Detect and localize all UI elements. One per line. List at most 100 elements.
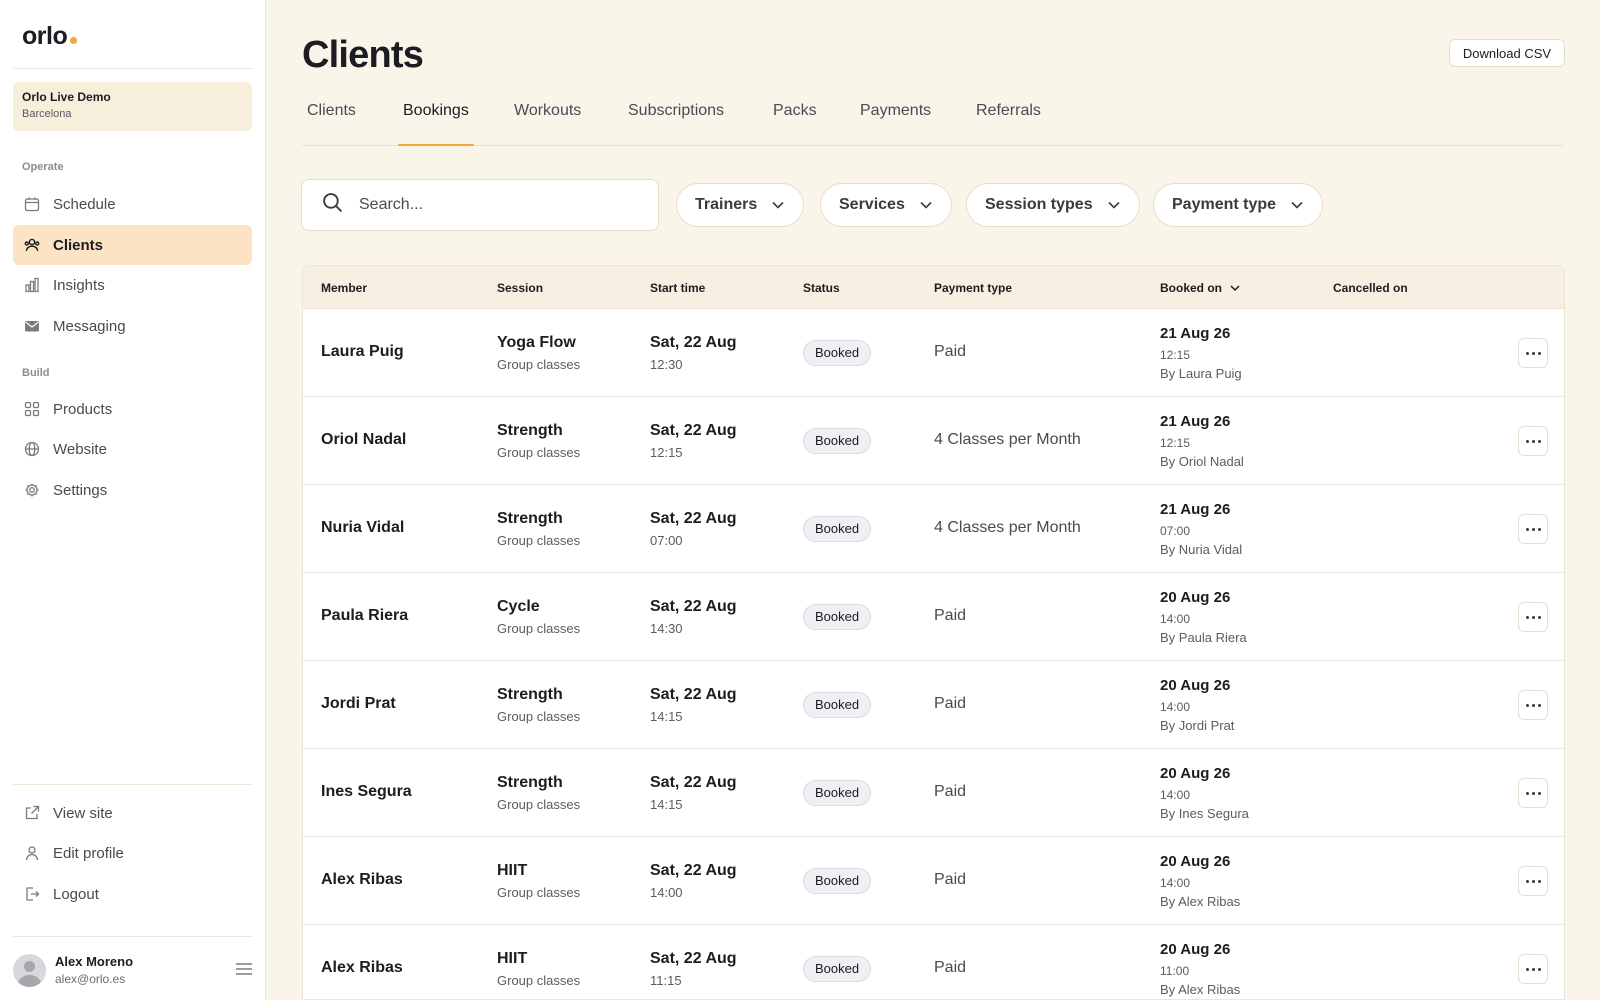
user-profile[interactable]: Alex Moreno alex@orlo.es — [13, 950, 253, 990]
user-name: Alex Moreno — [55, 954, 134, 969]
member-name[interactable]: Oriol Nadal — [321, 431, 406, 449]
payment-type: 4 Classes per Month — [934, 431, 1081, 448]
more-actions-button[interactable] — [1518, 778, 1548, 808]
more-actions-button[interactable] — [1518, 426, 1548, 456]
tab-workouts[interactable]: Workouts — [509, 102, 586, 146]
filter-trainers[interactable]: Trainers — [676, 183, 805, 227]
start-time: 07:00 — [650, 533, 683, 548]
more-actions-button[interactable] — [1518, 866, 1548, 896]
table-row[interactable]: Oriol Nadal Strength Group classes Sat, 22 … — [303, 397, 1564, 485]
filter-services[interactable]: Services — [820, 183, 952, 227]
sidebar-item-label: Products — [53, 400, 113, 418]
download-csv-button[interactable]: Download CSV — [1449, 39, 1565, 67]
filter-label: Trainers — [695, 196, 758, 213]
table-row[interactable]: Paula Riera Cycle Group classes Sat, 22 Aug… — [303, 573, 1564, 661]
column-status[interactable]: Status — [803, 281, 840, 295]
status-badge: Booked — [803, 516, 872, 542]
tab-subscriptions[interactable]: Subscriptions — [623, 102, 729, 146]
column-payment-type[interactable]: Payment type — [934, 281, 1012, 295]
more-actions-button[interactable] — [1518, 338, 1548, 368]
sidebar-item-clients[interactable]: Clients — [13, 225, 252, 265]
users-icon — [24, 237, 40, 253]
start-date: Sat, 22 Aug — [650, 510, 737, 527]
sidebar-item-website[interactable]: Website — [13, 429, 252, 469]
session-name: Cycle — [497, 598, 540, 615]
more-actions-button[interactable] — [1518, 954, 1548, 984]
sidebar-item-schedule[interactable]: Schedule — [13, 184, 252, 224]
booked-time: 14:00 — [1160, 700, 1191, 714]
tab-packs[interactable]: Packs — [768, 102, 822, 146]
logout-icon — [24, 886, 40, 902]
column-booked-on[interactable]: Booked on — [1160, 281, 1241, 295]
column-start-time[interactable]: Start time — [650, 281, 705, 295]
member-name[interactable]: Laura Puig — [321, 343, 404, 361]
filter-payment-type[interactable]: Payment type — [1153, 183, 1324, 227]
start-date: Sat, 22 Aug — [650, 598, 737, 615]
more-actions-button[interactable] — [1518, 514, 1548, 544]
column-session[interactable]: Session — [497, 281, 543, 295]
start-time: 12:30 — [650, 357, 683, 372]
table-row[interactable]: Nuria Vidal Strength Group classes Sat, 22 … — [303, 485, 1564, 573]
filter-label: Payment type — [1172, 196, 1277, 213]
status-badge: Booked — [803, 340, 872, 366]
sidebar-item-label: Messaging — [53, 317, 126, 335]
dot — [1525, 439, 1529, 443]
org-switcher[interactable]: Orlo Live Demo Barcelona — [13, 82, 252, 131]
more-actions-button[interactable] — [1518, 602, 1548, 632]
sidebar-item-products[interactable]: Products — [13, 389, 252, 429]
member-name[interactable]: Alex Ribas — [321, 871, 403, 889]
booked-by: By Alex Ribas — [1160, 982, 1241, 997]
chevron-down-icon — [772, 201, 784, 209]
menu-icon[interactable] — [235, 962, 253, 976]
dot — [1537, 615, 1541, 619]
member-name[interactable]: Ines Segura — [321, 783, 412, 801]
sidebar-item-edit-profile[interactable]: Edit profile — [13, 833, 252, 873]
session-type: Group classes — [497, 445, 581, 460]
table-row[interactable]: Ines Segura Strength Group classes Sat, 22 … — [303, 749, 1564, 837]
sidebar-item-insights[interactable]: Insights — [13, 265, 252, 305]
table-row[interactable]: Alex Ribas HIIT Group classes Sat, 22 Aug 14… — [303, 837, 1564, 925]
tab-referrals[interactable]: Referrals — [971, 102, 1046, 146]
logo-dot — [70, 37, 78, 44]
session-name: HIIT — [497, 950, 528, 967]
sidebar-divider — [13, 68, 252, 69]
sidebar: orlo Orlo Live Demo Barcelona Operate Sc… — [0, 0, 266, 1000]
search-input[interactable] — [359, 196, 639, 214]
filter-label: Session types — [985, 196, 1093, 213]
column-cancelled-on[interactable]: Cancelled on — [1333, 281, 1408, 295]
dot — [1537, 351, 1541, 355]
dot — [1525, 351, 1529, 355]
member-name[interactable]: Paula Riera — [321, 607, 408, 625]
globe-icon — [24, 441, 40, 457]
column-member[interactable]: Member — [321, 281, 367, 295]
member-name[interactable]: Alex Ribas — [321, 959, 403, 977]
payment-type: Paid — [934, 343, 967, 360]
logo[interactable]: orlo — [22, 22, 78, 51]
more-actions-button[interactable] — [1518, 690, 1548, 720]
booked-time: 07:00 — [1160, 524, 1191, 538]
session-type: Group classes — [497, 885, 581, 900]
table-row[interactable]: Jordi Prat Strength Group classes Sat, 22 A… — [303, 661, 1564, 749]
sidebar-item-messaging[interactable]: Messaging — [13, 306, 252, 346]
payment-type: Paid — [934, 695, 967, 712]
start-date: Sat, 22 Aug — [650, 774, 737, 791]
filter-session-types[interactable]: Session types — [966, 183, 1140, 227]
tab-payments[interactable]: Payments — [855, 102, 936, 146]
sidebar-item-logout[interactable]: Logout — [13, 874, 252, 914]
table-row[interactable]: Alex Ribas HIIT Group classes Sat, 22 Aug 11… — [303, 925, 1564, 999]
tab-bookings[interactable]: Bookings — [398, 102, 474, 146]
session-type: Group classes — [497, 973, 581, 988]
dot — [1537, 879, 1541, 883]
booked-time: 12:15 — [1160, 436, 1191, 450]
member-name[interactable]: Jordi Prat — [321, 695, 396, 713]
sidebar-item-view-site[interactable]: View site — [13, 793, 252, 833]
start-date: Sat, 22 Aug — [650, 334, 737, 351]
booked-by: By Ines Segura — [1160, 806, 1249, 821]
member-name[interactable]: Nuria Vidal — [321, 519, 404, 537]
sidebar-item-settings[interactable]: Settings — [13, 470, 252, 510]
search-box — [301, 179, 659, 231]
table-row[interactable]: Laura Puig Yoga Flow Group classes Sat, 22 … — [303, 309, 1564, 397]
status-badge: Booked — [803, 428, 872, 454]
user-info: Alex Moreno alex@orlo.es — [55, 954, 133, 986]
tab-clients[interactable]: Clients — [302, 102, 361, 146]
